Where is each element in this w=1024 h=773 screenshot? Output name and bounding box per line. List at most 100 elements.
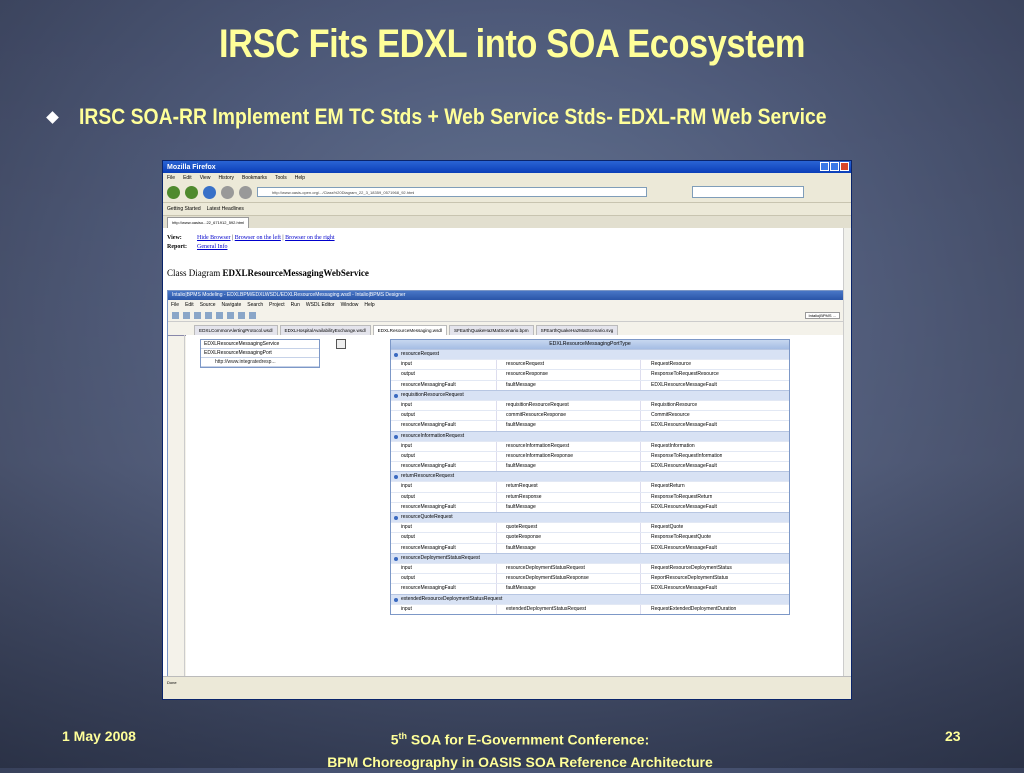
view-label: View: [167,235,182,241]
eclipse-menu-navigate[interactable]: Navigate [222,302,242,308]
message-row[interactable]: resourceMessagingFault faultMessage EDXLRe… [391,583,789,594]
footer-ordinal: 5 [390,731,399,748]
eclipse-menu-search[interactable]: Search [247,302,263,308]
message-row[interactable]: resourceMessagingFault faultMessage EDXLRe… [391,420,789,431]
message-row[interactable]: output returnResponse ResponseToRequestRet… [391,491,789,502]
back-icon[interactable] [167,185,180,199]
maximize-icon[interactable] [830,162,839,171]
message-element: EDXLResourceMessageFault [651,381,717,388]
stop-icon[interactable] [221,185,234,199]
message-row[interactable]: output commitResourceResponse CommitResour… [391,410,789,421]
eclipse-menu-edit[interactable]: Edit [185,302,194,308]
message-row[interactable]: input resourceInformationRequest RequestIn… [391,440,789,451]
message-kind: resourceMessagingFault [391,380,497,390]
bookmarks-toolbar: Getting Started Latest Headlines [163,203,851,216]
firefox-menu-file[interactable]: File [167,175,175,181]
back-nav-icon[interactable] [238,311,245,319]
link-hide-browser[interactable]: Hide Browser [197,235,231,241]
message-name: returnResponse [497,492,641,502]
editor-tab[interactable]: SFEarthQuakeHazMatScenario.svg [535,325,619,335]
home-icon[interactable] [239,185,252,199]
message-element: RequestExtendedDeploymentDuration [651,605,737,612]
minimize-icon[interactable] [820,162,829,171]
firefox-nav-toolbar: http://www.oasis-open.org/.../Class%20Di… [163,182,851,203]
bookmark-latest-headlines[interactable]: Latest Headlines [207,206,244,212]
operation-row[interactable]: resourceDeploymentStatusRequest [391,552,789,563]
message-row[interactable]: output quoteResponse ResponseToRequestQuot… [391,532,789,543]
eclipse-menu-bar: File Edit Source Navigate Search Project Run WS… [168,300,844,309]
firefox-menu-help[interactable]: Help [295,175,305,181]
message-row[interactable]: resourceMessagingFault faultMessage EDXLRe… [391,501,789,512]
message-row[interactable]: output resourceDeploymentStatusResponse Re… [391,573,789,584]
print-icon[interactable] [194,311,201,319]
message-row[interactable]: resourceMessagingFault faultMessage EDXLRe… [391,461,789,472]
class-diagram-heading: Class Diagram EDXLResourceMessagingWebSe… [167,268,369,278]
message-row[interactable]: input requisitionResourceRequest Requisiti… [391,399,789,411]
eclipse-menu-wsdl-editor[interactable]: WSDL Editor [306,302,335,308]
editor-tab[interactable]: SFEarthQuakeHazMatScenario.bpm [449,325,534,335]
page-scrollbar[interactable] [843,228,851,688]
new-icon[interactable] [172,311,179,319]
message-row[interactable]: output resourceInformationResponse Respons… [391,450,789,462]
message-row[interactable]: input resourceRequest RequestResource [391,359,789,370]
message-name: quoteResponse [497,533,641,543]
eclipse-menu-file[interactable]: File [171,302,179,308]
firefox-menu-bookmarks[interactable]: Bookmarks [242,175,267,181]
message-kind: input [391,523,497,533]
firefox-menu-history[interactable]: History [218,175,234,181]
search-icon[interactable] [205,311,212,319]
link-browser-left[interactable]: Browser on the left [235,235,281,241]
message-kind: input [391,441,497,451]
forward-icon[interactable] [185,185,198,199]
operation-row[interactable]: extendedResourceDeploymentStatusRequest [391,593,789,604]
operation-row[interactable]: requisitionResourceRequest [391,389,789,400]
eclipse-toolbar: Intalio|BPMS ... [168,309,844,322]
message-row[interactable]: input resourceDeploymentStatusRequest Requ… [391,562,789,574]
url-input[interactable]: http://www.oasis-open.org/.../Class%20Di… [257,187,647,197]
perspective-button[interactable]: Intalio|BPMS ... [804,311,840,319]
firefox-menu-tools[interactable]: Tools [275,175,287,181]
message-row[interactable]: input returnRequest RequestReturn [391,481,789,492]
port-type-box[interactable]: EDXLResourceMessagingPortType resourceRe… [390,339,790,615]
message-kind: output [391,533,497,543]
firefox-menu-edit[interactable]: Edit [183,175,192,181]
footer-ordinal-suffix: th [398,731,408,741]
operation-row[interactable]: resourceInformationRequest [391,430,789,441]
message-row[interactable]: output resourceResponse ResponseToRequestR… [391,369,789,380]
message-kind: input [391,360,497,370]
editor-tab[interactable]: EDXLResourceMessaging.wsdl [372,325,447,335]
message-name: faultMessage [497,584,641,594]
message-row[interactable]: input extendedDeploymentStatusRequest Requ… [391,603,789,614]
service-box[interactable]: EDXLResourceMessagingService EDXLResourc… [200,339,320,368]
bookmark-getting-started[interactable]: Getting Started [167,206,201,212]
message-row[interactable]: resourceMessagingFault faultMessage EDXLRe… [391,379,789,390]
save-icon[interactable] [183,311,190,319]
editor-tab[interactable]: EDXLCommonAlertingProtocol.wsdl [194,325,278,335]
message-element: ResponseToRequestReturn [651,493,713,500]
editor-tab[interactable]: EDXLHospitalAvailabilityExchange.wsdl [279,325,371,335]
operation-row[interactable]: resourceRequest [391,349,789,360]
eclipse-menu-project[interactable]: Project [269,302,285,308]
bullet-item: IRSC SOA-RR Implement EM TC Stds + Web S… [46,104,928,130]
eclipse-menu-help[interactable]: Help [364,302,374,308]
port-type-header: EDXLResourceMessagingPortType [391,340,789,349]
reload-icon[interactable] [203,185,216,199]
message-name: returnRequest [497,482,641,492]
message-row[interactable]: resourceMessagingFault faultMessage EDXLRe… [391,542,789,553]
message-element: EDXLResourceMessageFault [651,503,717,510]
message-row[interactable]: input quoteRequest RequestQuote [391,522,789,533]
operation-row[interactable]: resourceQuoteRequest [391,512,789,523]
debug-icon[interactable] [227,311,234,319]
search-input[interactable] [692,186,804,198]
close-icon[interactable] [840,162,849,171]
footer-line2: BPM Choreography in OASIS SOA Reference … [327,753,713,770]
link-general-info[interactable]: General Info [197,244,227,250]
firefox-menu-view[interactable]: View [200,175,211,181]
link-browser-right[interactable]: Browser on the right [285,235,335,241]
eclipse-menu-source[interactable]: Source [200,302,216,308]
eclipse-menu-window[interactable]: Window [341,302,359,308]
forward-nav-icon[interactable] [249,311,256,319]
operation-row[interactable]: returnResourceRequest [391,471,789,482]
run-icon[interactable] [216,311,223,319]
eclipse-menu-run[interactable]: Run [291,302,300,308]
